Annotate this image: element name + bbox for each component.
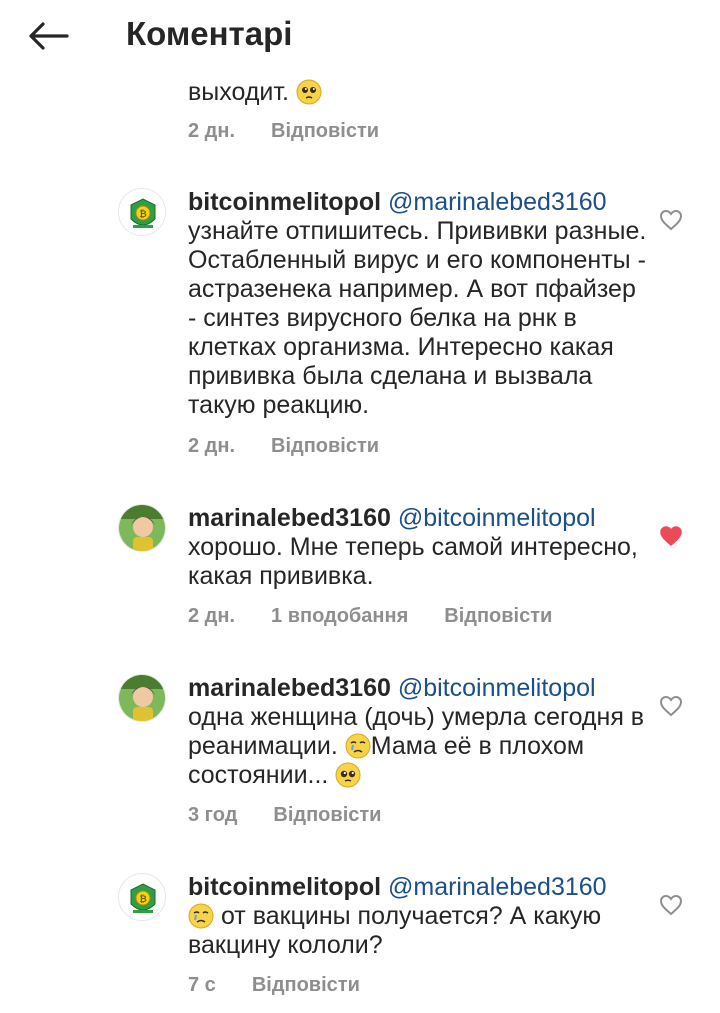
comment-time: 3 год	[188, 804, 238, 826]
reply-button[interactable]: Відповісти	[271, 120, 379, 143]
likes-count[interactable]: 1 вподобання	[271, 605, 408, 628]
comment-time: 7 с	[188, 974, 216, 996]
comment-time: 2 дн.	[188, 435, 236, 457]
profile-photo-avatar-icon	[119, 675, 165, 721]
reply-button[interactable]: Відповісти	[271, 435, 379, 458]
top-bar: Коментарі	[0, 0, 720, 70]
crying-face-emoji-icon	[188, 903, 214, 929]
comment-text: выходит.	[188, 78, 290, 106]
avatar[interactable]: ₿	[118, 188, 166, 236]
comment-time: 2 дн.	[188, 605, 236, 627]
reply-button[interactable]: Відповісти	[252, 974, 360, 997]
comment-text: хорошо. Мне теперь самой интересно, кака…	[188, 533, 638, 590]
back-button[interactable]	[24, 14, 72, 58]
comment-username[interactable]: marinalebed3160	[188, 504, 391, 532]
logo-avatar-icon: ₿	[119, 874, 165, 920]
comment-meta: 2 дн. 1 вподобання Відповісти	[188, 605, 552, 628]
like-heart-icon[interactable]	[659, 694, 683, 718]
comment: bitcoinmelitopol @marinalebed3160 от вак…	[188, 873, 648, 960]
comment-text: узнайте отпишитесь. Прививки разные. Ост…	[188, 217, 647, 419]
comment-mention[interactable]: @bitcoinmelitopol	[398, 504, 596, 532]
pleading-face-emoji-icon	[335, 762, 361, 788]
svg-text:₿: ₿	[139, 894, 146, 905]
comment-mention[interactable]: @marinalebed3160	[388, 188, 607, 216]
like-heart-icon[interactable]	[659, 893, 683, 917]
avatar[interactable]	[118, 674, 166, 722]
comment-text: от вакцины получается? А какую вакцину к…	[188, 902, 602, 959]
avatar[interactable]	[118, 504, 166, 552]
arrow-left-icon	[29, 22, 69, 50]
comment: bitcoinmelitopol @marinalebed3160 узнайт…	[188, 188, 648, 420]
reply-button[interactable]: Відповісти	[444, 605, 552, 628]
reply-button[interactable]: Відповісти	[273, 804, 381, 827]
comment-mention[interactable]: @marinalebed3160	[388, 873, 607, 901]
comment-meta: 2 дн. Відповісти	[188, 120, 379, 143]
liked-heart-icon[interactable]	[659, 524, 683, 548]
comment: marinalebed3160 @bitcoinmelitopol хорошо…	[188, 504, 648, 591]
svg-text:₿: ₿	[139, 209, 146, 220]
comment-tail: выходит.	[188, 78, 648, 107]
pleading-face-emoji-icon	[296, 79, 322, 105]
comment-time: 2 дн.	[188, 120, 236, 142]
comment-meta: 2 дн. Відповісти	[188, 435, 379, 458]
comment-username[interactable]: marinalebed3160	[188, 674, 391, 702]
comment: marinalebed3160 @bitcoinmelitopol одна ж…	[188, 674, 648, 790]
comment-mention[interactable]: @bitcoinmelitopol	[398, 674, 596, 702]
comment-meta: 7 с Відповісти	[188, 974, 360, 997]
comment-username[interactable]: bitcoinmelitopol	[188, 188, 381, 216]
avatar[interactable]: ₿	[118, 873, 166, 921]
like-heart-icon[interactable]	[659, 208, 683, 232]
crying-face-emoji-icon	[345, 733, 371, 759]
comment-meta: 3 год Відповісти	[188, 804, 381, 827]
page-title: Коментарі	[126, 15, 293, 52]
logo-avatar-icon: ₿	[119, 189, 165, 235]
comment-username[interactable]: bitcoinmelitopol	[188, 873, 381, 901]
profile-photo-avatar-icon	[119, 505, 165, 551]
